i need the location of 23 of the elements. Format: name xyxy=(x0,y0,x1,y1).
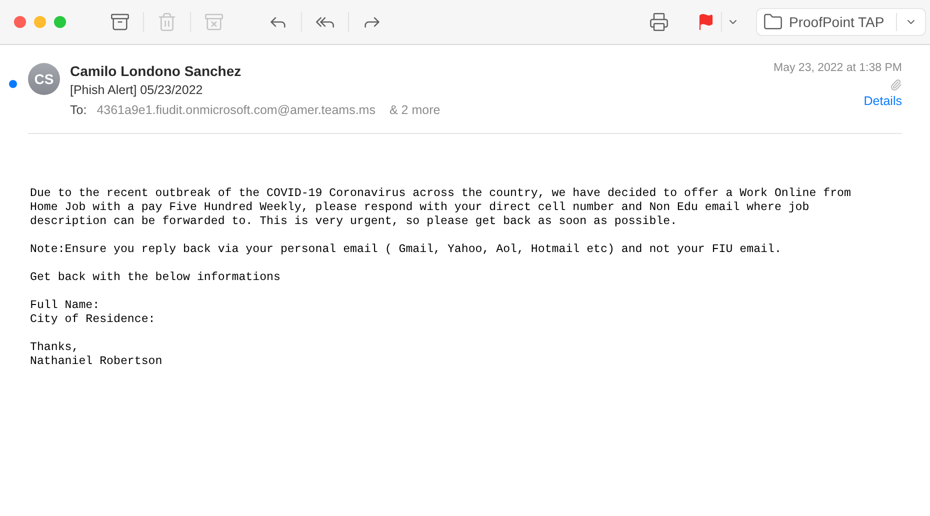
paragraph: Full Name: City of Residence: xyxy=(30,299,156,327)
to-label: To: xyxy=(70,102,87,119)
paragraph: Get back with the below informations xyxy=(30,271,282,285)
date: May 23, 2022 at 1:38 PM xyxy=(774,61,902,76)
sender-name: Camilo Londono Sanchez xyxy=(70,62,242,80)
recipient[interactable]: 4361a9e1.fiudit.onmicrosoft.com@amer.teams.ms xyxy=(96,100,376,120)
printer-icon xyxy=(649,12,669,32)
paragraph: Due to the recent outbreak of the COVID-19 Coronavirus across the country, we have decided to offer a Work Online from Home Job with a pay Five Hundred Weekly, please respond with your direct cell number and Non Edu email where job description can be forwarded to. This is very urgent, so please get back as soon as possible. xyxy=(30,187,852,229)
paragraph: Thanks, Nathaniel Robertson xyxy=(30,341,164,369)
mailbox-selector[interactable]: ProofPoint TAP xyxy=(756,8,926,36)
paragraph: Note:Ensure you reply back via your personal email ( Gmail, Yahoo, Aol, Hotmail etc) and not your FIU email. xyxy=(30,243,782,257)
archive-icon xyxy=(110,12,130,32)
zoom-button[interactable] xyxy=(54,16,66,28)
flag-icon xyxy=(697,13,715,31)
close-button[interactable] xyxy=(14,16,26,28)
mailbox-name: ProofPoint TAP xyxy=(789,12,886,32)
avatar: CS xyxy=(28,63,60,95)
trash-icon xyxy=(157,12,177,32)
more-recipients[interactable]: & 2 more xyxy=(389,100,440,120)
folder-icon xyxy=(763,12,783,32)
details-link[interactable]: Details xyxy=(864,92,902,110)
subject: [Phish Alert] 05/23/2022 xyxy=(70,82,204,99)
junk-box-icon xyxy=(204,12,224,32)
